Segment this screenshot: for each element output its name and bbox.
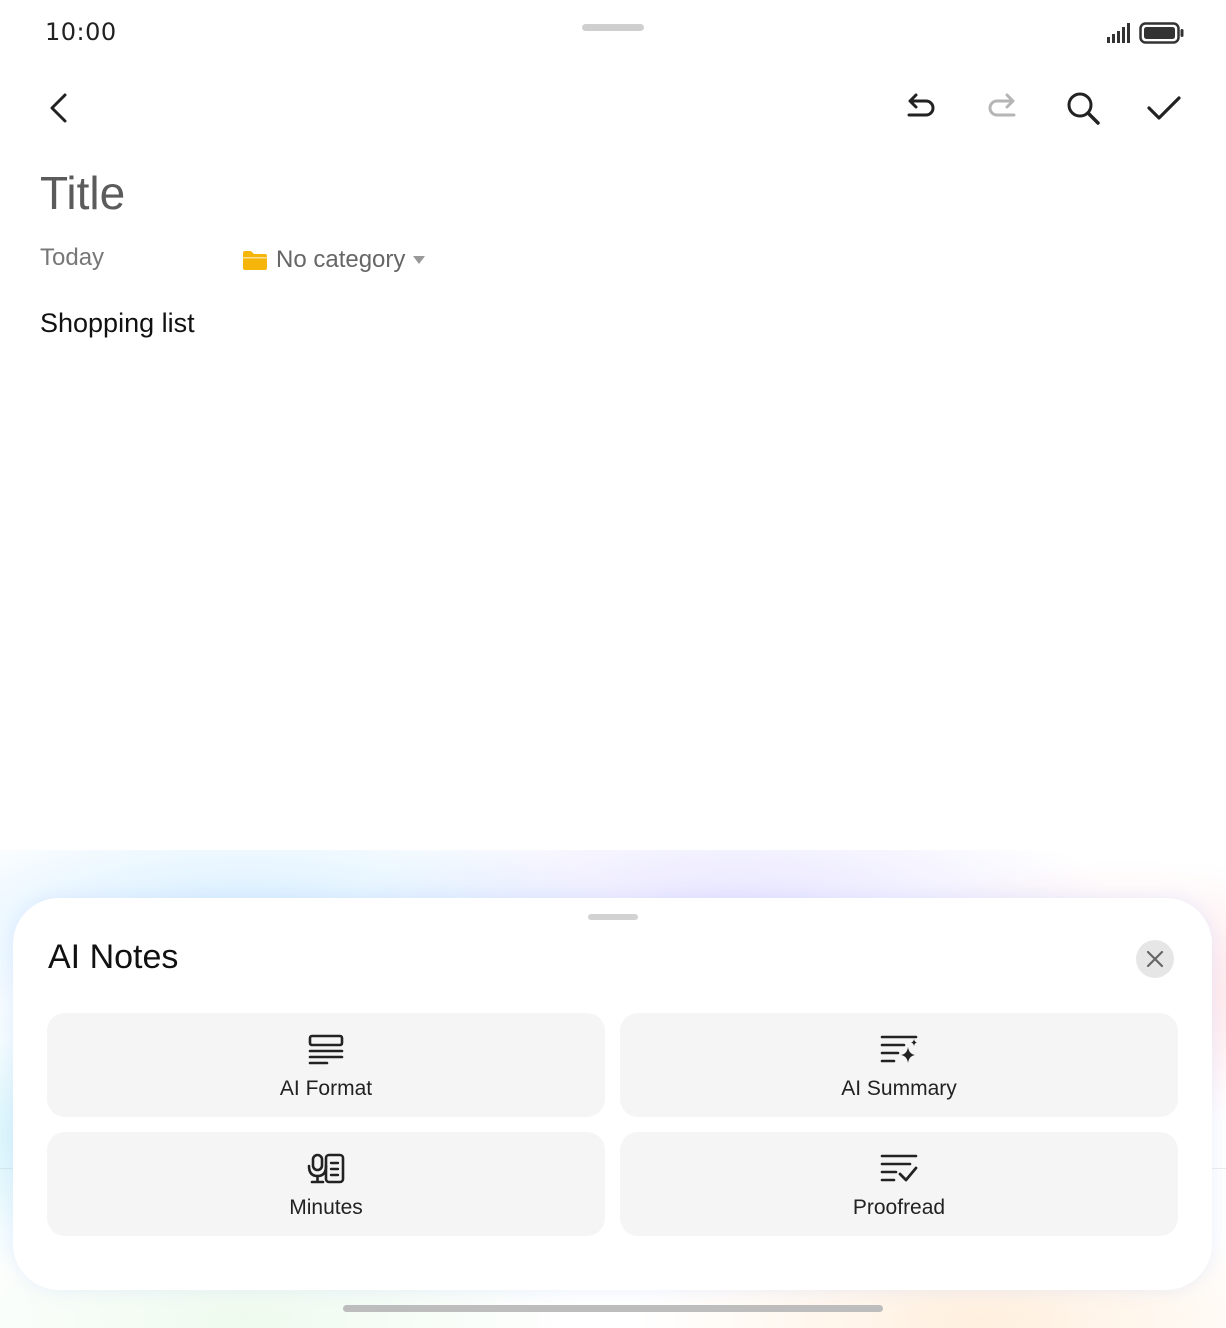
- search-button[interactable]: [1055, 80, 1111, 136]
- back-button[interactable]: [32, 80, 88, 136]
- proofread-label: Proofread: [852, 1196, 946, 1219]
- category-selector[interactable]: No category: [242, 242, 426, 278]
- close-sheet-button[interactable]: [1136, 940, 1174, 978]
- done-button[interactable]: [1136, 80, 1192, 136]
- summary-sparkle-icon: [880, 1035, 918, 1063]
- caret-down-icon: [413, 256, 426, 264]
- format-lines-icon: [308, 1034, 344, 1065]
- redo-icon: [988, 93, 1016, 117]
- ai-summary-button[interactable]: AI Summary: [620, 1013, 1178, 1117]
- minutes-label: Minutes: [289, 1196, 363, 1219]
- signal-icon: [1107, 23, 1130, 43]
- chevron-left-icon: [50, 93, 67, 123]
- ai-summary-label: AI Summary: [841, 1077, 957, 1100]
- home-indicator[interactable]: [343, 1305, 883, 1312]
- proofread-button[interactable]: Proofread: [620, 1132, 1178, 1236]
- battery-icon: [1139, 22, 1184, 44]
- undo-button[interactable]: [893, 80, 949, 136]
- status-bar: 10:00: [0, 0, 1226, 66]
- sheet-title: AI Notes: [48, 938, 179, 976]
- proofread-check-icon: [880, 1154, 918, 1182]
- folder-icon: [243, 251, 267, 270]
- close-icon: [1146, 950, 1164, 968]
- note-toolbar: [0, 80, 1226, 136]
- check-icon: [1147, 96, 1181, 120]
- ai-format-button[interactable]: AI Format: [47, 1013, 605, 1117]
- ai-format-label: AI Format: [279, 1077, 373, 1100]
- top-drag-handle: [582, 24, 644, 31]
- minutes-button[interactable]: Minutes: [47, 1132, 605, 1236]
- search-icon: [1067, 92, 1100, 125]
- note-date: Today: [40, 244, 105, 271]
- note-body-text[interactable]: Shopping list: [40, 308, 195, 339]
- note-title-field[interactable]: Title: [40, 166, 125, 220]
- ai-notes-sheet: AI Notes AI Format AI Summary Minutes Pr…: [13, 898, 1212, 1290]
- status-time: 10:00: [45, 18, 117, 46]
- sheet-drag-handle[interactable]: [588, 914, 638, 920]
- category-label: No category: [276, 246, 406, 273]
- note-meta: Today No category: [40, 242, 540, 278]
- redo-button[interactable]: [974, 80, 1030, 136]
- minutes-mic-icon: [307, 1153, 345, 1184]
- undo-icon: [907, 93, 935, 117]
